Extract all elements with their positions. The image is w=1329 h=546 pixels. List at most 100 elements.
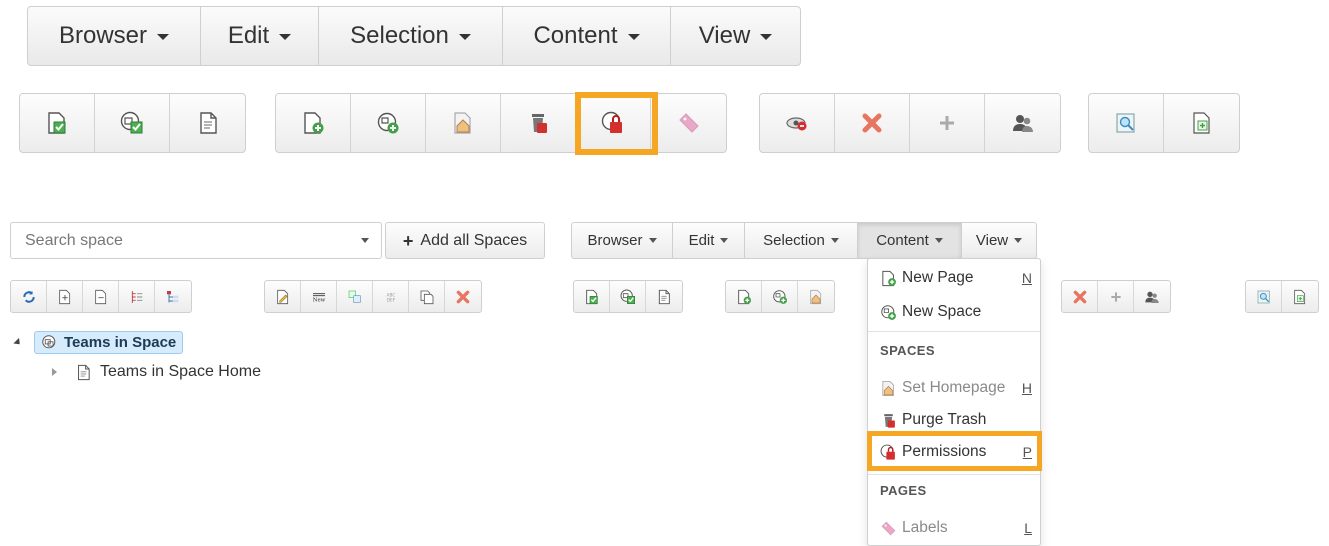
space-icon — [41, 334, 58, 351]
users-button[interactable] — [1134, 281, 1170, 312]
refresh-button[interactable] — [11, 281, 47, 312]
select-pages-button[interactable] — [574, 281, 610, 312]
menu-view[interactable]: View — [962, 223, 1036, 258]
collapsed-arrow-icon[interactable] — [52, 368, 57, 376]
new-space-button[interactable] — [762, 281, 798, 312]
labels-button[interactable] — [651, 94, 726, 152]
menu-item-new-space[interactable]: New Space — [868, 297, 1040, 327]
zoomed-toolbar-content-group — [275, 93, 727, 153]
menu-view[interactable]: View — [671, 7, 800, 65]
duplicate-button[interactable] — [409, 281, 445, 312]
close-icon — [455, 289, 471, 305]
chevron-down-icon — [648, 238, 657, 243]
preview-icon — [1114, 111, 1138, 135]
delete-button[interactable] — [445, 281, 481, 312]
tree-node-root[interactable]: Teams in Space — [13, 328, 184, 356]
refresh-icon — [21, 289, 37, 305]
menu-item-permissions[interactable]: Permissions P — [868, 437, 1040, 467]
tree-child-label: Teams in Space Home — [100, 363, 261, 380]
select-pages-button[interactable] — [20, 94, 95, 152]
purge-trash-button[interactable] — [501, 94, 576, 152]
menu-item-labels[interactable]: Labels L — [868, 513, 1040, 543]
menu-item-new-page[interactable]: New Page N — [868, 263, 1040, 293]
new-page-button[interactable] — [726, 281, 762, 312]
search-space-field[interactable] — [10, 222, 382, 259]
delete-button[interactable] — [1062, 281, 1098, 312]
users-icon — [1144, 289, 1160, 305]
collapse-all-button[interactable] — [155, 281, 191, 312]
menu-browser[interactable]: Browser — [28, 7, 201, 65]
permissions-button[interactable] — [576, 94, 651, 152]
chevron-down-icon — [458, 34, 471, 40]
chevron-down-icon — [760, 34, 773, 40]
preview-button[interactable] — [1246, 281, 1282, 312]
add-button[interactable] — [1098, 281, 1134, 312]
menu-content[interactable]: Content — [858, 223, 962, 258]
trash-icon — [880, 412, 897, 429]
shortcut-key: L — [1024, 520, 1032, 536]
selected-node[interactable]: Teams in Space — [34, 330, 184, 354]
page-check-icon — [45, 111, 69, 135]
page-icon — [656, 289, 672, 305]
toolbar-select-group — [573, 280, 683, 313]
select-all-button[interactable] — [646, 281, 682, 312]
move-button[interactable] — [337, 281, 373, 312]
home-icon — [451, 111, 475, 135]
close-icon — [860, 111, 884, 135]
tree-node-child[interactable]: Teams in Space Home — [52, 359, 261, 385]
menu-content-label: Content — [876, 232, 929, 249]
add-all-spaces-label: Add all Spaces — [420, 231, 528, 249]
sort-button[interactable] — [373, 281, 409, 312]
hide-button[interactable] — [760, 94, 835, 152]
rename-button[interactable] — [301, 281, 337, 312]
select-all-button[interactable] — [170, 94, 245, 152]
users-button[interactable] — [985, 94, 1060, 152]
toolbar-tree-group — [10, 280, 192, 313]
zoomed-toolbar-select-group — [19, 93, 246, 153]
menu-content[interactable]: Content — [503, 7, 671, 65]
toolbar-misc-group — [1245, 280, 1319, 313]
space-add-icon — [376, 111, 400, 135]
menu-item-set-homepage[interactable]: Set Homepage H — [868, 373, 1040, 403]
select-spaces-button[interactable] — [610, 281, 646, 312]
chevron-down-icon[interactable] — [361, 238, 369, 243]
add-button[interactable] — [910, 94, 985, 152]
menu-item-purge-trash[interactable]: Purge Trash — [868, 405, 1040, 435]
compare-icon — [1292, 289, 1308, 305]
expanded-arrow-icon[interactable] — [13, 337, 23, 347]
plus-icon: + — [402, 230, 414, 251]
menu-selection[interactable]: Selection — [745, 223, 858, 258]
collapse-button[interactable] — [83, 281, 119, 312]
home-icon — [880, 380, 897, 397]
delete-button[interactable] — [835, 94, 910, 152]
menu-item-label: New Page — [902, 269, 974, 286]
compare-button[interactable] — [1282, 281, 1318, 312]
zoomed-toolbar-view-group — [759, 93, 1061, 153]
edit-icon — [275, 289, 291, 305]
preview-button[interactable] — [1089, 94, 1164, 152]
chevron-down-icon — [720, 238, 729, 243]
new-space-button[interactable] — [351, 94, 426, 152]
label-icon — [880, 520, 897, 537]
space-check-icon — [120, 111, 144, 135]
add-all-spaces-button[interactable]: + Add all Spaces — [385, 222, 545, 259]
chevron-down-icon — [279, 34, 292, 40]
expand-all-button[interactable] — [119, 281, 155, 312]
menu-edit[interactable]: Edit — [673, 223, 745, 258]
new-page-button[interactable] — [276, 94, 351, 152]
select-spaces-button[interactable] — [95, 94, 170, 152]
menu-view-label: View — [975, 232, 1009, 249]
search-input[interactable] — [23, 230, 361, 251]
set-homepage-button[interactable] — [426, 94, 501, 152]
menu-edit[interactable]: Edit — [201, 7, 319, 65]
compare-button[interactable] — [1164, 94, 1239, 152]
menu-selection[interactable]: Selection — [319, 7, 503, 65]
menu-browser[interactable]: Browser — [572, 223, 673, 258]
menu-view-label: View — [698, 22, 751, 49]
chevron-down-icon — [934, 238, 943, 243]
expand-button[interactable] — [47, 281, 83, 312]
preview-icon — [1256, 289, 1272, 305]
edit-button[interactable] — [265, 281, 301, 312]
menu-selection-label: Selection — [350, 22, 449, 49]
set-homepage-button[interactable] — [798, 281, 834, 312]
